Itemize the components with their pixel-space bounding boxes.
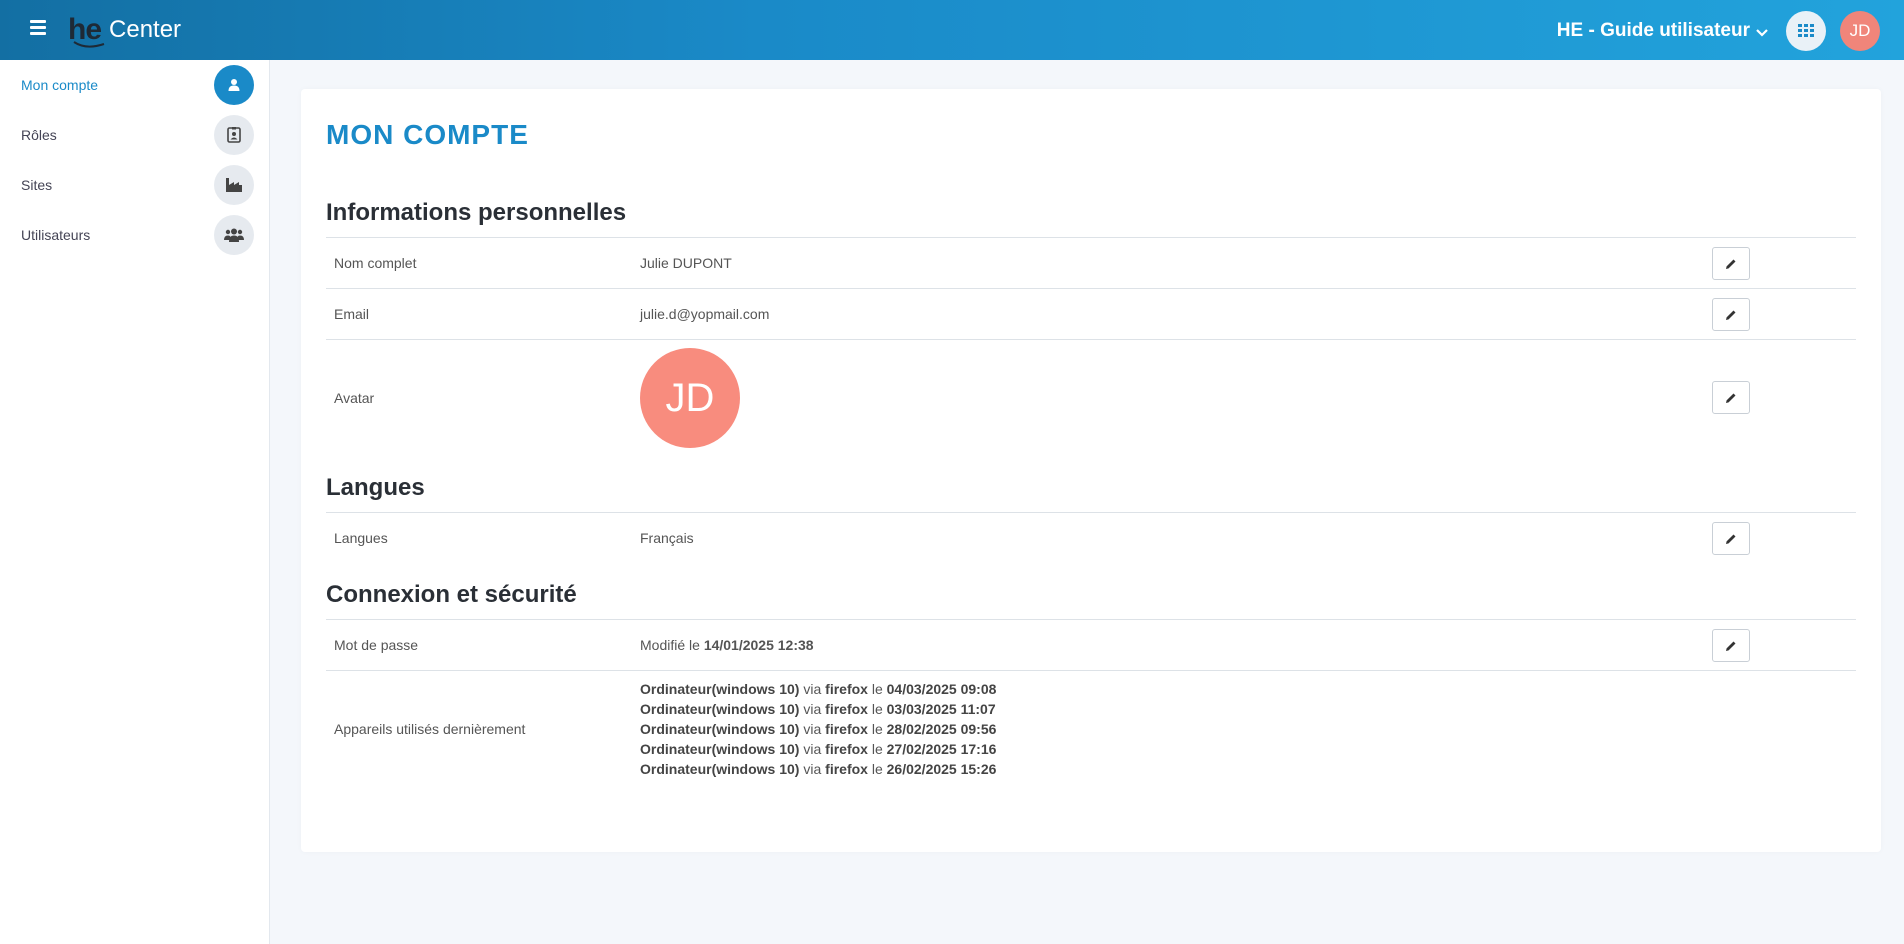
password-modified: Modifié le 14/01/2025 12:38 [640, 637, 814, 653]
password-label: Mot de passe [334, 637, 419, 653]
sidebar-item-label: Rôles [21, 127, 57, 143]
menu-icon[interactable] [28, 20, 48, 38]
pencil-icon [1726, 259, 1736, 269]
section-title-languages: Langues [326, 474, 425, 501]
list-item: Ordinateur(windows 10) via firefox le 03… [640, 701, 996, 717]
sidebar-item-roles[interactable]: Rôles [0, 110, 269, 160]
sidebar-item-label: Mon compte [21, 77, 99, 93]
edit-password-button[interactable] [1712, 629, 1750, 662]
edit-name-button[interactable] [1712, 247, 1750, 280]
sidebar: Mon compte Rôles Sites Utilisateurs [0, 60, 270, 944]
user-avatar-button[interactable]: JD [1840, 11, 1880, 51]
chevron-down-icon [1756, 28, 1768, 37]
email-value: julie.d@yopmail.com [640, 306, 770, 322]
factory-icon [214, 165, 254, 205]
password-modified-prefix: Modifié le [640, 637, 700, 653]
list-item: Ordinateur(windows 10) via firefox le 28… [640, 721, 997, 737]
password-modified-date: 14/01/2025 12:38 [703, 637, 814, 653]
pencil-icon [1726, 393, 1736, 403]
row-devices: Appareils utilisés dernièrement Ordinate… [326, 670, 1856, 780]
languages-value: Français [640, 530, 694, 546]
id-badge-icon [214, 115, 254, 155]
sidebar-item-sites[interactable]: Sites [0, 160, 269, 210]
devices-list: Ordinateur(windows 10) via firefox le 04… [640, 679, 996, 779]
row-email: Email julie.d@yopmail.com [326, 288, 1856, 339]
pencil-icon [1726, 534, 1736, 544]
sidebar-item-label: Sites [21, 177, 53, 193]
top-bar: he Center HE - Guide utilisateur JD [0, 0, 1904, 60]
pencil-icon [1726, 310, 1736, 320]
page-title: MON COMPTE [326, 119, 529, 150]
list-item: Ordinateur(windows 10) via firefox le 26… [640, 761, 997, 777]
section-title-security: Connexion et sécurité [326, 581, 577, 608]
row-password: Mot de passe Modifié le 14/01/2025 12:38 [326, 619, 1856, 670]
row-languages: Langues Français [326, 512, 1856, 563]
list-item: Ordinateur(windows 10) via firefox le 04… [640, 681, 997, 697]
grid-icon [1798, 24, 1814, 37]
guide-dropdown[interactable]: HE - Guide utilisateur [1557, 20, 1768, 42]
row-full-name: Nom complet Julie DUPONT [326, 237, 1856, 288]
row-avatar: Avatar JD [326, 339, 1856, 454]
user-icon [214, 65, 254, 105]
avatar-image: JD [640, 348, 740, 448]
sidebar-item-utilisateurs[interactable]: Utilisateurs [0, 210, 269, 260]
account-card: MON COMPTE Informations personnelles Nom… [301, 89, 1881, 852]
full-name-label: Nom complet [334, 255, 417, 271]
devices-label: Appareils utilisés dernièrement [334, 721, 526, 737]
app-logo[interactable]: he Center [68, 12, 181, 48]
email-label: Email [334, 306, 370, 322]
edit-avatar-button[interactable] [1712, 381, 1750, 414]
sidebar-item-label: Utilisateurs [21, 227, 91, 243]
guide-label: HE - Guide utilisateur [1556, 20, 1750, 41]
apps-grid-button[interactable] [1786, 11, 1826, 51]
full-name-value: Julie DUPONT [640, 255, 732, 271]
sidebar-item-mon-compte[interactable]: Mon compte [0, 60, 269, 110]
pencil-icon [1726, 641, 1736, 651]
edit-languages-button[interactable] [1712, 522, 1750, 555]
edit-email-button[interactable] [1712, 298, 1750, 331]
logo-center-text: Center [109, 16, 182, 43]
avatar-label: Avatar [334, 390, 375, 406]
users-icon [214, 215, 254, 255]
section-title-personal: Informations personnelles [326, 199, 627, 226]
logo-swoosh-icon [73, 41, 105, 48]
languages-label: Langues [334, 530, 388, 546]
list-item: Ordinateur(windows 10) via firefox le 27… [640, 741, 997, 757]
